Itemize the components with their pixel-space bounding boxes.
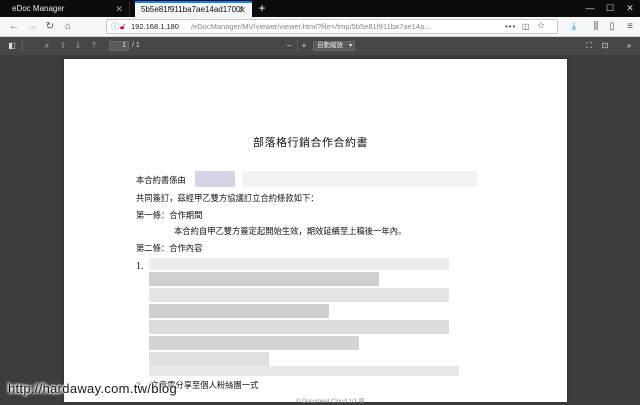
zoom-out-icon[interactable]: − bbox=[282, 37, 296, 55]
close-icon[interactable]: ✕ bbox=[115, 1, 123, 17]
page-number-input[interactable]: 1 bbox=[109, 41, 129, 51]
sidebar-icon[interactable]: ▯ bbox=[604, 17, 620, 37]
page-actions-icon[interactable]: ••• bbox=[505, 20, 516, 33]
forward-icon[interactable]: → bbox=[24, 17, 40, 37]
home-icon[interactable]: ⌂ bbox=[60, 17, 76, 37]
menu-icon[interactable]: ≡ bbox=[622, 17, 638, 37]
pdf-toolbar: ◧ ⌕ ⇧ ⇩ ⤒ 1 / 1 − + 自動縮放 ▾ ⛶ ⊡ » bbox=[0, 37, 640, 55]
item1-number: 1. bbox=[136, 261, 144, 272]
info-icon[interactable]: ⓘ bbox=[111, 20, 119, 33]
download-icon[interactable]: ⤓ bbox=[566, 17, 582, 37]
redacted-block bbox=[149, 304, 329, 318]
line-contract-parties: 本合約書係由 bbox=[136, 176, 186, 185]
open-file-icon[interactable]: ⊡ bbox=[598, 37, 612, 55]
page-count: / 1 bbox=[132, 42, 140, 49]
article1-body: 本合約自甲乙雙方簽定起開始生效，期效延續至上稿後一年內。 bbox=[174, 227, 407, 236]
redacted-block bbox=[149, 352, 269, 366]
watermark-text: http://hardaway.com.tw/blog bbox=[8, 381, 177, 396]
minimize-icon[interactable]: — bbox=[580, 0, 600, 17]
close-icon[interactable]: ✕ bbox=[238, 3, 246, 17]
redacted-block bbox=[149, 366, 459, 376]
page-footer-text: © Document Cloud 1/1 頁 bbox=[296, 399, 365, 405]
insecure-lock-icon[interactable]: 🔓︎ bbox=[120, 20, 125, 33]
article2-heading: 第二條：合作內容 bbox=[136, 244, 203, 253]
tab-title: eDoc Manager bbox=[12, 4, 65, 13]
redacted-block bbox=[149, 258, 449, 270]
url-path: /eDocManager/MV/viewer/viewer.html?file=… bbox=[191, 22, 431, 31]
first-page-icon[interactable]: ⤒ bbox=[87, 37, 101, 55]
next-page-icon[interactable]: ⇩ bbox=[71, 37, 85, 55]
tab-edoc-manager[interactable]: eDoc Manager ✕ bbox=[0, 1, 130, 17]
tab-pdf-file[interactable]: 5b5e81f911ba7ae14ad1700f ✕ bbox=[135, 1, 252, 17]
close-window-icon[interactable]: ✕ bbox=[620, 0, 640, 17]
sidebar-toggle-icon[interactable]: ◧ bbox=[5, 37, 19, 55]
redacted-block bbox=[149, 336, 359, 350]
pdf-page: 部落格行銷合作合約書 本合約書係由 共同簽訂，茲經甲乙雙方協議訂立合約條款如下：… bbox=[64, 59, 567, 402]
url-bar[interactable]: ⓘ 🔓︎ 192.168.1.180 /eDocManager/MV/viewe… bbox=[106, 19, 558, 34]
library-icon[interactable]: ⫼ bbox=[588, 17, 604, 37]
redacted-block bbox=[242, 171, 477, 187]
line-agreement: 共同簽訂，茲經甲乙雙方協議訂立合約條款如下： bbox=[136, 194, 319, 203]
redacted-block bbox=[149, 272, 379, 286]
new-tab-icon[interactable]: + bbox=[255, 1, 269, 17]
find-icon[interactable]: ⌕ bbox=[40, 37, 54, 55]
redacted-block bbox=[149, 320, 449, 334]
article1-heading: 第一條：合作期間 bbox=[136, 211, 203, 220]
nav-toolbar: ← → ↻ ⌂ ⓘ 🔓︎ 192.168.1.180 /eDocManager/… bbox=[0, 17, 640, 37]
more-tools-icon[interactable]: » bbox=[622, 37, 636, 55]
zoom-in-icon[interactable]: + bbox=[297, 37, 311, 55]
redacted-block bbox=[149, 288, 449, 302]
document-title: 部落格行銷合作合約書 bbox=[253, 137, 368, 149]
maximize-icon[interactable]: ☐ bbox=[600, 0, 620, 17]
tab-title: 5b5e81f911ba7ae14ad1700f bbox=[141, 5, 243, 14]
zoom-label: 自動縮放 bbox=[317, 42, 343, 49]
bookmark-star-icon[interactable]: ☆ bbox=[537, 20, 545, 32]
divider bbox=[22, 40, 23, 52]
reload-icon[interactable]: ↻ bbox=[42, 17, 58, 37]
presentation-mode-icon[interactable]: ⛶ bbox=[582, 37, 596, 55]
chevron-down-icon: ▾ bbox=[348, 43, 352, 49]
pocket-icon[interactable]: ◫ bbox=[522, 20, 530, 33]
zoom-select[interactable]: 自動縮放 ▾ bbox=[313, 41, 355, 51]
tab-strip: eDoc Manager ✕ 5b5e81f911ba7ae14ad1700f … bbox=[0, 0, 640, 17]
redacted-block bbox=[195, 171, 235, 187]
back-icon[interactable]: ← bbox=[6, 17, 22, 37]
url-host: 192.168.1.180 bbox=[131, 22, 179, 31]
previous-page-icon[interactable]: ⇧ bbox=[56, 37, 70, 55]
